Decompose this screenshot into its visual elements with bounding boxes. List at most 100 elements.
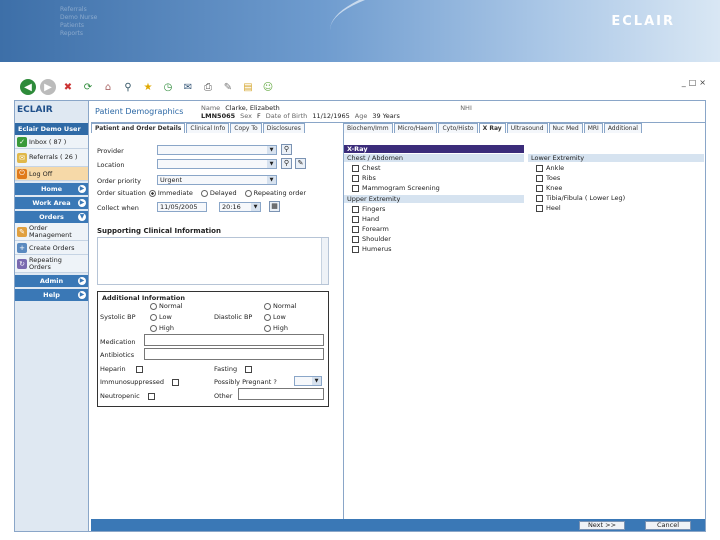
heparin-checkbox[interactable]: [135, 365, 143, 373]
sidebar-item-inbox[interactable]: ✓ Inbox ( 87 ): [15, 135, 88, 149]
sidebar-item-create-orders[interactable]: + Create Orders: [15, 241, 88, 255]
banner-faded-text: Referrals Demo Nurse Patients Reports: [60, 6, 98, 37]
cancel-button[interactable]: Cancel: [645, 521, 691, 530]
maximize-button[interactable]: □: [689, 78, 697, 87]
provider-select[interactable]: ▼: [157, 145, 277, 155]
diastolic-normal-radio[interactable]: [264, 302, 271, 310]
antibiotics-input[interactable]: [144, 348, 324, 360]
repeating-orders-icon: ↻: [17, 258, 27, 269]
nhi-value: LMN5065: [201, 111, 236, 120]
minimize-button[interactable]: _: [682, 78, 686, 87]
scrollbar[interactable]: [321, 238, 328, 284]
diastolic-low-radio[interactable]: [264, 313, 271, 321]
systolic-low-radio[interactable]: [150, 313, 157, 321]
sidebar-section-admin[interactable]: Admin ▶: [15, 275, 88, 287]
fasting-checkbox[interactable]: [245, 365, 253, 373]
ankle-checkbox[interactable]: [536, 164, 543, 172]
sidebar-section-help[interactable]: Help ▶: [15, 289, 88, 301]
footer-bar: Next >> Cancel: [91, 519, 705, 531]
sidebar: ECLAIR Eclair Demo User ✓ Inbox ( 87 ) ✉…: [15, 101, 89, 531]
logoff-icon: ⏻: [17, 168, 27, 179]
mammogram-checkbox[interactable]: [352, 184, 359, 192]
tab-additional[interactable]: Additional: [603, 123, 642, 133]
diastolic-high-radio[interactable]: [264, 324, 271, 332]
edit-icon[interactable]: ✎: [220, 79, 236, 95]
tab-biochem[interactable]: Biochem/Imm: [343, 123, 393, 133]
neutropenic-checkbox[interactable]: [147, 392, 155, 400]
refresh-icon[interactable]: ⟳: [80, 79, 96, 95]
systolic-normal-radio[interactable]: [150, 302, 157, 310]
medication-input[interactable]: [144, 334, 324, 346]
radio-immediate[interactable]: [148, 189, 156, 197]
hand-checkbox[interactable]: [352, 215, 359, 223]
chevron-down-icon: ▼: [251, 203, 260, 211]
sidebar-section-home[interactable]: Home ▶: [15, 183, 88, 195]
forearm-checkbox[interactable]: [352, 225, 359, 233]
user-label: Eclair Demo User: [15, 123, 88, 135]
messenger-icon[interactable]: ☺: [260, 79, 276, 95]
close-button[interactable]: ×: [699, 78, 706, 87]
tab-cyto-histo[interactable]: Cyto/Histo: [438, 123, 478, 133]
diastolic-label: Diastolic BP: [214, 313, 253, 321]
chevron-down-icon: ▼: [267, 176, 276, 184]
location-search-icon[interactable]: ⚲: [281, 158, 292, 169]
next-button[interactable]: Next >>: [579, 521, 625, 530]
tab-copy-to[interactable]: Copy To: [230, 123, 262, 133]
tab-micro-haem[interactable]: Micro/Haem: [393, 123, 438, 133]
other-label: Other: [214, 392, 233, 400]
mail-icon[interactable]: ✉: [180, 79, 196, 95]
print-icon[interactable]: ⎙: [200, 79, 216, 95]
systolic-high-radio[interactable]: [150, 324, 157, 332]
systolic-label: Systolic BP: [100, 313, 136, 321]
other-input[interactable]: [238, 388, 324, 400]
toes-checkbox[interactable]: [536, 174, 543, 182]
tab-disclosures[interactable]: Disclosures: [262, 123, 305, 133]
location-select[interactable]: ▼: [157, 159, 277, 169]
tab-ultrasound[interactable]: Ultrasound: [506, 123, 548, 133]
radio-delayed[interactable]: [200, 189, 208, 197]
sidebar-item-repeating-orders[interactable]: ↻ Repeating Orders: [15, 255, 88, 273]
ribs-checkbox[interactable]: [352, 174, 359, 182]
radio-repeating[interactable]: [244, 189, 252, 197]
tab-patient-order-details[interactable]: Patient and Order Details: [91, 123, 186, 133]
history-icon[interactable]: ◷: [160, 79, 176, 95]
location-label: Location: [97, 161, 125, 169]
shoulder-checkbox[interactable]: [352, 235, 359, 243]
tab-mri[interactable]: MRI: [583, 123, 603, 133]
search-icon[interactable]: ⚲: [120, 79, 136, 95]
tab-xray[interactable]: X Ray: [478, 123, 506, 133]
folder-icon[interactable]: ▤: [240, 79, 256, 95]
home-icon[interactable]: ⌂: [100, 79, 116, 95]
clinical-info-textarea[interactable]: [97, 237, 329, 285]
tab-nuc-med[interactable]: Nuc Med: [548, 123, 583, 133]
calendar-icon[interactable]: ▦: [269, 201, 280, 212]
priority-select[interactable]: Urgent ▼: [157, 175, 277, 185]
sidebar-item-referrals[interactable]: ✉ Referrals ( 26 ): [15, 149, 88, 167]
lower-extremity-title: Lower Extremity: [528, 154, 704, 162]
humerus-checkbox[interactable]: [352, 245, 359, 253]
create-orders-icon: +: [17, 242, 27, 253]
heel-checkbox[interactable]: [536, 204, 543, 212]
knee-checkbox[interactable]: [536, 184, 543, 192]
immunosuppressed-checkbox[interactable]: [171, 378, 179, 386]
sidebar-section-orders[interactable]: Orders ▼: [15, 211, 88, 223]
sidebar-section-workarea[interactable]: Work Area ▶: [15, 197, 88, 209]
sidebar-item-order-management[interactable]: ✎ Order Management: [15, 223, 88, 241]
back-icon[interactable]: ◀: [20, 79, 36, 95]
sidebar-item-logoff[interactable]: ⏻ Log Off: [15, 167, 88, 181]
location-edit-icon[interactable]: ✎: [295, 158, 306, 169]
forward-icon[interactable]: ▶: [40, 79, 56, 95]
stop-icon[interactable]: ✖: [60, 79, 76, 95]
priority-label: Order priority: [97, 177, 141, 185]
collect-date-field[interactable]: 11/05/2005: [157, 202, 207, 212]
patient-header: Patient Demographics Name Clarke, Elizab…: [91, 101, 705, 123]
chest-checkbox[interactable]: [352, 164, 359, 172]
provider-search-icon[interactable]: ⚲: [281, 144, 292, 155]
favorites-icon[interactable]: ★: [140, 79, 156, 95]
fingers-checkbox[interactable]: [352, 205, 359, 213]
pregnant-select[interactable]: ▼: [294, 376, 322, 386]
upper-extremity-title: Upper Extremity: [344, 195, 524, 203]
collect-time-select[interactable]: 20:16 ▼: [219, 202, 261, 212]
tab-clinical-info[interactable]: Clinical Info: [186, 123, 230, 133]
tibia-fibula-checkbox[interactable]: [536, 194, 543, 202]
